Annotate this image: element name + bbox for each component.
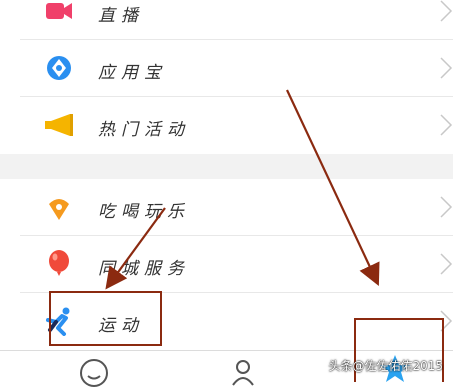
menu-item-label: 同城服务: [98, 259, 190, 279]
chevron-right-icon: [440, 0, 453, 22]
smile-icon[interactable]: [78, 357, 110, 387]
watermark: 头条@佐佐佑佑2015: [328, 359, 443, 373]
chevron-right-icon: [440, 196, 453, 218]
video-camera-icon: [46, 3, 72, 19]
balloon-icon: [49, 250, 69, 276]
contacts-icon[interactable]: [228, 357, 258, 387]
menu-item-label: 吃喝玩乐: [98, 202, 190, 222]
chevron-right-icon: [440, 57, 453, 79]
menu-item-live[interactable]: 直播: [0, 0, 453, 40]
megaphone-icon: [45, 114, 73, 136]
chevron-right-icon: [440, 253, 453, 275]
menu-item-label: 热门活动: [98, 120, 190, 140]
menu-item-hot-events[interactable]: 热门活动: [0, 97, 453, 154]
ice-cream-icon: [49, 199, 69, 220]
section-gap: [0, 154, 453, 179]
menu-item-food-fun[interactable]: 吃喝玩乐: [0, 179, 453, 236]
menu-item-app-store[interactable]: 应用宝: [0, 40, 453, 97]
highlight-box-sports: [49, 291, 162, 346]
menu-item-local-services[interactable]: 同城服务: [0, 236, 453, 293]
chevron-right-icon: [440, 114, 453, 136]
menu-item-label: 应用宝: [98, 63, 167, 83]
menu-item-label: 直播: [98, 6, 144, 26]
app-store-icon: [47, 56, 71, 80]
